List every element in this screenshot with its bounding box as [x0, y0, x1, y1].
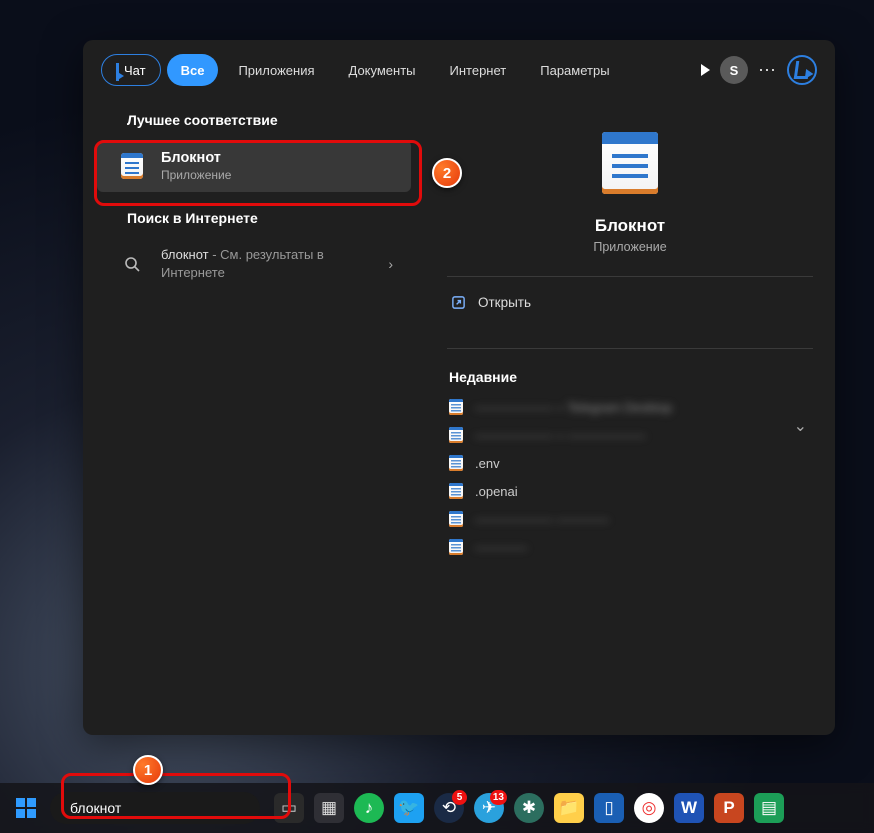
open-label: Открыть	[478, 295, 531, 310]
recent-item[interactable]: .openai	[447, 477, 813, 505]
notepad-icon	[449, 511, 463, 527]
web-search-header: Поиск в Интернете	[83, 200, 425, 236]
recent-item[interactable]: —————— – ——————	[447, 421, 813, 449]
steam-icon[interactable]: ⟲5	[434, 793, 464, 823]
detail-subtitle: Приложение	[447, 240, 813, 254]
filter-bar-right: S ⋯	[701, 55, 817, 85]
search-results-panel: Чат Все Приложения Документы Интернет Па…	[83, 40, 835, 735]
calculator-icon[interactable]: ▦	[314, 793, 344, 823]
divider	[447, 348, 813, 349]
sheets-icon[interactable]: ▤	[754, 793, 784, 823]
telegram-icon[interactable]: ✈13	[474, 793, 504, 823]
badge: 13	[490, 790, 507, 805]
chevron-down-icon[interactable]: ⌄	[794, 416, 807, 436]
more-options[interactable]: ⋯	[758, 60, 777, 81]
twitter-icon[interactable]: 🐦	[394, 793, 424, 823]
app-icon-large	[593, 126, 667, 200]
results-left: Лучшее соответствие Блокнот Приложение П…	[83, 98, 425, 735]
notepad-icon	[449, 399, 463, 415]
chatgpt-icon[interactable]: ✱	[514, 793, 544, 823]
recent-label: .openai	[475, 484, 518, 499]
spotify-icon[interactable]: ♪	[354, 793, 384, 823]
bing-icon	[116, 63, 119, 78]
open-icon	[451, 295, 466, 310]
task-view-icon[interactable]: ▭	[274, 793, 304, 823]
annotation-badge-1: 1	[133, 755, 163, 785]
web-query: блокнот	[161, 247, 209, 262]
windows-icon	[16, 798, 36, 818]
chat-button[interactable]: Чат	[101, 54, 161, 86]
phone-link-icon[interactable]: ▯	[594, 793, 624, 823]
taskbar: ▭ ▦ ♪ 🐦 ⟲5 ✈13 ✱ 📁 ▯ ◎ WP ▤	[0, 783, 874, 833]
notepad-icon	[449, 455, 463, 471]
best-match-subtitle: Приложение	[161, 168, 231, 182]
recent-label: .env	[475, 456, 500, 471]
web-search-item[interactable]: блокнот - См. результаты в Интернете ›	[97, 236, 411, 292]
chrome-icon[interactable]: ◎	[634, 793, 664, 823]
recent-label: —————— – Telegram Desktop	[475, 400, 672, 415]
best-match-header: Лучшее соответствие	[83, 102, 425, 138]
notepad-icon	[449, 427, 463, 443]
divider	[447, 276, 813, 277]
open-action[interactable]: Открыть	[447, 287, 813, 318]
tab-web[interactable]: Интернет	[436, 54, 521, 86]
filter-bar: Чат Все Приложения Документы Интернет Па…	[83, 40, 835, 98]
explorer-icon[interactable]: 📁	[554, 793, 584, 823]
tab-all[interactable]: Все	[167, 54, 219, 86]
recent-label: —————— ————	[475, 512, 609, 527]
user-avatar[interactable]: S	[720, 56, 748, 84]
notepad-icon	[117, 153, 147, 179]
play-icon[interactable]	[701, 64, 710, 76]
tab-settings[interactable]: Параметры	[526, 54, 623, 86]
recent-header: Недавние	[449, 369, 813, 385]
detail-title: Блокнот	[447, 216, 813, 236]
recent-item[interactable]: .env	[447, 449, 813, 477]
taskbar-search-input[interactable]	[70, 800, 251, 816]
badge: 5	[452, 790, 467, 805]
best-match-item[interactable]: Блокнот Приложение	[97, 140, 411, 192]
powerpoint-icon[interactable]: P	[714, 793, 744, 823]
chat-label: Чат	[124, 63, 146, 78]
word-icon[interactable]: W	[674, 793, 704, 823]
tab-apps[interactable]: Приложения	[224, 54, 328, 86]
recent-label: ————	[475, 540, 527, 555]
detail-pane: Блокнот Приложение Открыть ⌄ Недавние ——…	[425, 98, 835, 735]
tab-documents[interactable]: Документы	[335, 54, 430, 86]
recent-item[interactable]: —————— – Telegram Desktop	[447, 393, 813, 421]
recent-item[interactable]: ————	[447, 533, 813, 561]
best-match-title: Блокнот	[161, 150, 231, 166]
taskbar-search[interactable]	[50, 792, 260, 824]
search-icon	[117, 256, 147, 272]
recent-item[interactable]: —————— ————	[447, 505, 813, 533]
start-button[interactable]	[10, 792, 42, 824]
chevron-right-icon: ›	[388, 256, 393, 272]
recent-label: —————— – ——————	[475, 428, 645, 443]
notepad-icon	[449, 483, 463, 499]
bing-button[interactable]	[787, 55, 817, 85]
notepad-icon	[449, 539, 463, 555]
